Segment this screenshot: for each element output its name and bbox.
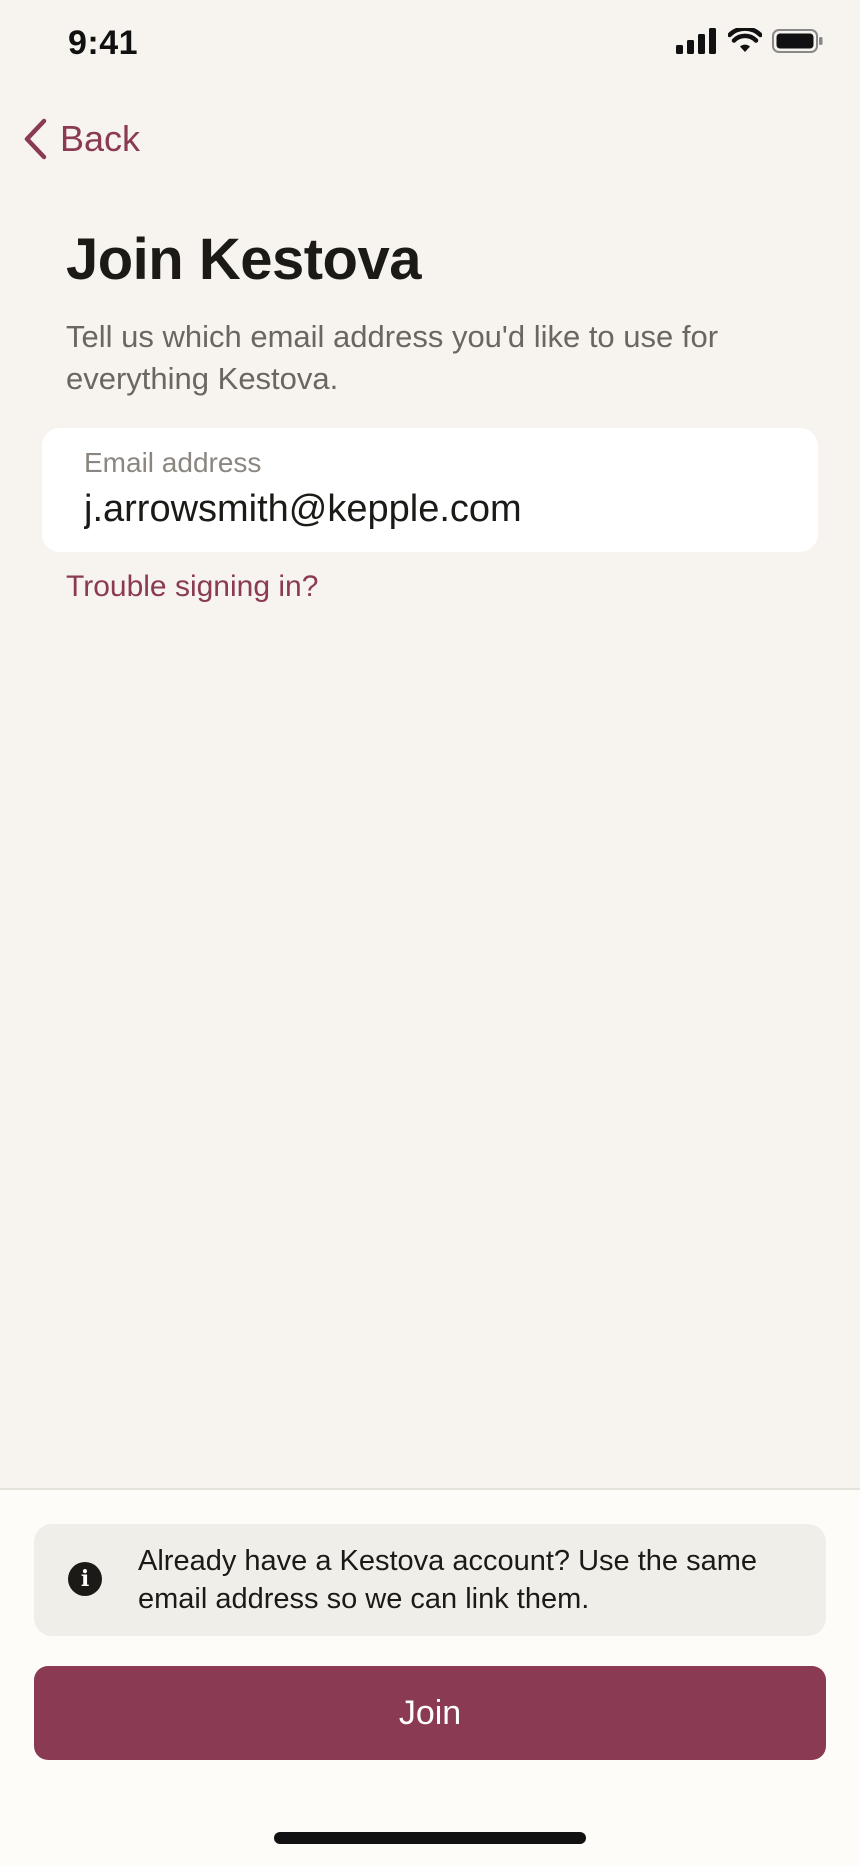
page-subtitle: Tell us which email address you'd like t… <box>66 319 719 396</box>
info-icon: i <box>68 1562 102 1596</box>
home-indicator <box>274 1832 586 1844</box>
wifi-icon <box>728 28 762 52</box>
bottom-action-area: i Already have a Kestova account? Use th… <box>0 1488 860 1866</box>
email-input[interactable] <box>84 486 776 532</box>
status-time: 9:41 <box>68 24 139 62</box>
join-button[interactable]: Join <box>34 1666 826 1760</box>
info-text: Already have a Kestova account? Use the … <box>138 1545 758 1615</box>
email-field-label: Email address <box>84 447 262 478</box>
status-icons <box>676 28 824 54</box>
email-field[interactable]: Email address <box>42 428 818 552</box>
info-box: i Already have a Kestova account? Use th… <box>34 1524 826 1636</box>
back-label: Back <box>60 118 141 159</box>
page-title: Join Kestova <box>66 227 422 292</box>
battery-icon <box>772 29 823 53</box>
cellular-signal-icon <box>676 28 716 54</box>
chevron-left-icon <box>24 118 47 160</box>
back-button[interactable]: Back <box>22 118 140 160</box>
trouble-signing-in-link[interactable]: Trouble signing in? <box>66 570 318 604</box>
status-bar: 9:41 <box>0 0 860 90</box>
